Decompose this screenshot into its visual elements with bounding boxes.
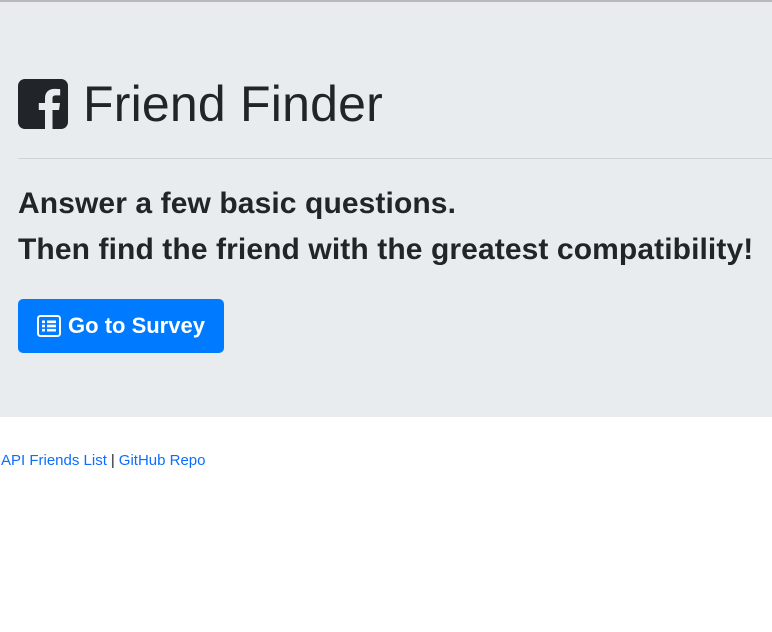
lead-line-2: Then find the friend with the greatest c… <box>18 233 754 266</box>
api-friends-list-link[interactable]: API Friends List <box>1 452 107 469</box>
link-separator: | <box>110 452 115 469</box>
list-alt-icon <box>37 315 62 337</box>
page-title: Friend Finder <box>83 76 383 132</box>
go-to-survey-label: Go to Survey <box>68 313 205 338</box>
lead-line-1: Answer a few basic questions. <box>18 187 457 220</box>
divider <box>18 158 772 159</box>
go-to-survey-button[interactable]: Go to Survey <box>18 299 224 353</box>
facebook-square-icon <box>18 79 68 129</box>
github-repo-link[interactable]: GitHub Repo <box>119 452 206 469</box>
page-header: Friend Finder <box>18 76 383 132</box>
jumbotron: Friend Finder Answer a few basic questio… <box>0 2 772 417</box>
footer-links: API Friends List | GitHub Repo <box>1 451 206 471</box>
